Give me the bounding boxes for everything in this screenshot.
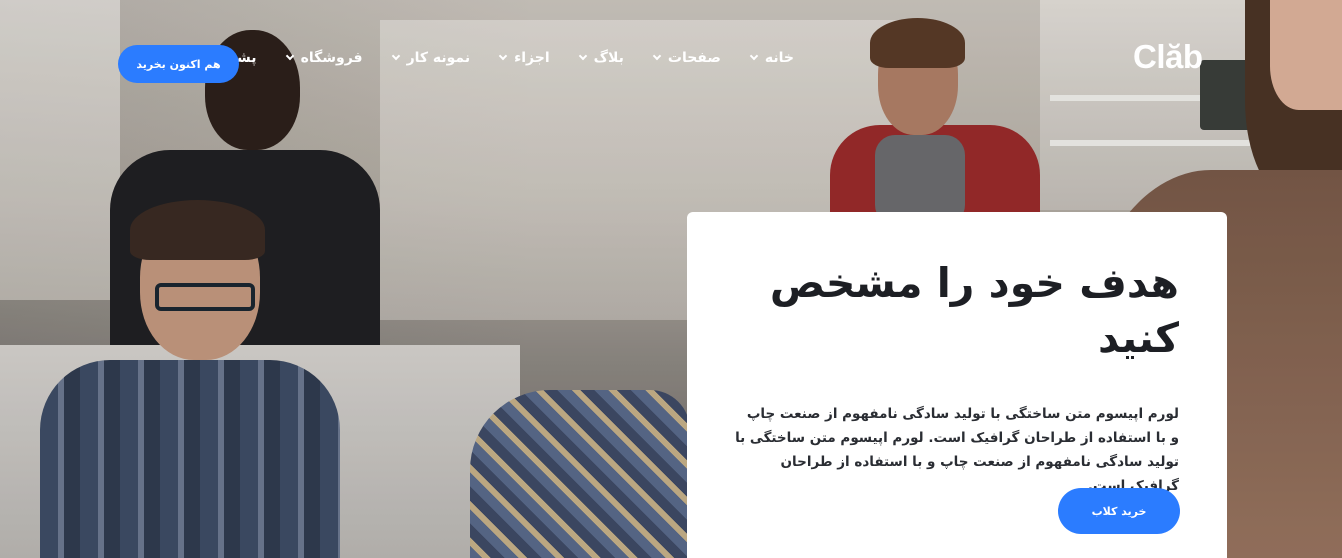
nav-item-home[interactable]: خانه: [749, 50, 794, 66]
nav-item-portfolio[interactable]: نمونه کار: [391, 50, 471, 66]
nav-item-label: خانه: [764, 50, 794, 66]
nav-item-components[interactable]: اجزاء: [498, 50, 550, 66]
nav-item-blog[interactable]: بلاگ: [578, 50, 624, 66]
main-nav: خانه صفحات بلاگ اجزاء نمونه کار فروشگاه …: [179, 50, 794, 66]
nav-item-label: بلاگ: [593, 50, 624, 66]
chevron-down-icon: [391, 51, 400, 61]
chevron-down-icon: [578, 51, 587, 61]
chevron-down-icon: [652, 51, 662, 61]
nav-item-shop[interactable]: فروشگاه: [285, 50, 363, 66]
nav-item-label: صفحات: [667, 50, 721, 66]
hero-card: هدف خود را مشخص کنید لورم اپیسوم متن ساخ…: [687, 212, 1227, 558]
hero-description: لورم اپیسوم متن ساختگی با تولید سادگی نا…: [735, 406, 1179, 494]
buy-now-button[interactable]: هم اکنون بخرید: [118, 45, 239, 83]
nav-item-label: نمونه کار: [406, 50, 471, 66]
nav-item-label: فروشگاه: [300, 50, 363, 66]
hero-title: هدف خود را مشخص کنید: [769, 259, 1179, 362]
chevron-down-icon: [498, 51, 508, 61]
buy-club-button[interactable]: خرید کلاب: [1058, 488, 1180, 534]
chevron-down-icon: [749, 51, 759, 61]
nav-item-pages[interactable]: صفحات: [652, 50, 721, 66]
chevron-down-icon: [285, 51, 294, 61]
site-header: Clăb خانه صفحات بلاگ اجزاء نمونه کار فرو…: [0, 0, 1342, 125]
nav-item-label: اجزاء: [514, 50, 550, 66]
site-logo[interactable]: Clăb: [1133, 38, 1203, 76]
